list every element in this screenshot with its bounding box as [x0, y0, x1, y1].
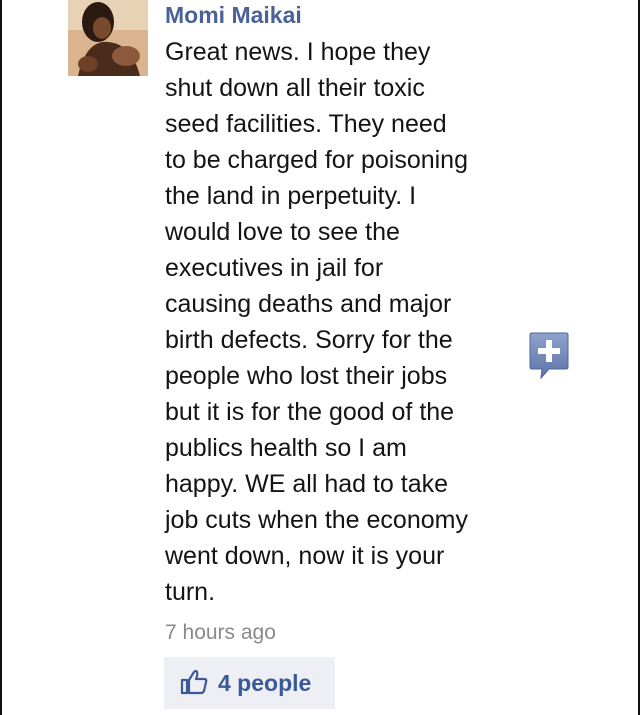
- add-reply-button[interactable]: [529, 332, 569, 380]
- comment-text-line: shut down all their toxic: [165, 74, 425, 102]
- likes-button[interactable]: 4 people: [164, 657, 335, 709]
- comment-text: Great news. I hope they shut down all th…: [165, 34, 515, 610]
- comment-text-line: would love to see the: [165, 218, 400, 246]
- comment-text-line: seed facilities. They need: [165, 110, 447, 138]
- comment-timestamp: 7 hours ago: [165, 621, 276, 644]
- thumbs-up-icon: [180, 669, 208, 695]
- avatar-photo: [68, 0, 148, 76]
- comment-text-line: job cuts when the economy: [165, 506, 468, 534]
- plus-speech-bubble-icon: [529, 332, 569, 380]
- comment-text-line: Great news. I hope they: [165, 38, 431, 66]
- comment-text-line: people who lost their jobs: [165, 362, 448, 390]
- comment-text-line: turn.: [165, 578, 216, 606]
- comment-text-line: causing deaths and major: [165, 290, 452, 318]
- comment-text-line: happy. WE all had to take: [165, 470, 449, 498]
- comment-text-line: birth defects. Sorry for the: [165, 326, 453, 354]
- comment-text-line: publics health so I am: [165, 434, 407, 462]
- likes-count-label: 4 people: [218, 670, 312, 696]
- window-left-border: [0, 0, 2, 715]
- avatar[interactable]: [68, 0, 148, 76]
- comment-author-name[interactable]: Momi Maikai: [165, 0, 302, 30]
- comment-text-line: but it is for the good of the: [165, 398, 455, 426]
- comment-text-line: to be charged for poisoning: [165, 146, 468, 174]
- comment-text-line: executives in jail for: [165, 254, 384, 282]
- comment-text-line: went down, now it is your: [165, 542, 445, 570]
- comment-text-line: the land in perpetuity. I: [165, 182, 417, 210]
